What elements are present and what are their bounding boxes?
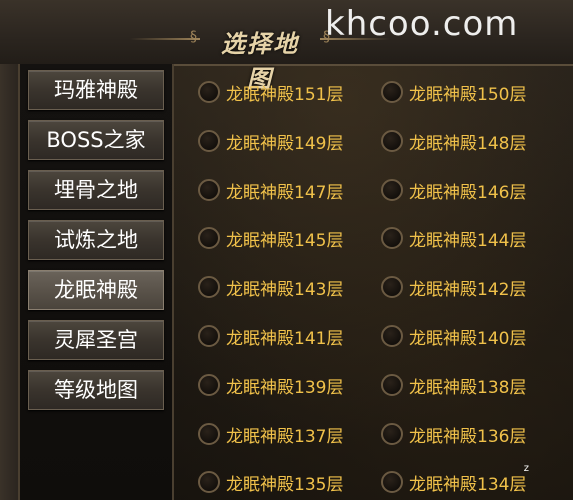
category-sidebar: 玛雅神殿 BOSS之家 埋骨之地试炼之地龙眠神殿灵犀圣宫等级地图 [18, 64, 174, 500]
watermark-text: khcoo.com [325, 4, 519, 44]
map-option[interactable]: 龙眠神殿146层 [381, 174, 556, 208]
map-option-label: 龙眠神殿151层 [226, 85, 344, 105]
map-option[interactable]: 龙眠神殿140层 [381, 320, 556, 354]
map-option[interactable]: 龙眠神殿148层 [381, 125, 556, 159]
map-option[interactable]: 龙眠神殿134层 [381, 466, 556, 500]
map-option-label: 龙眠神殿135层 [226, 475, 344, 496]
radio-button-icon[interactable] [198, 276, 220, 299]
map-option[interactable]: 龙眠神殿145层 [198, 222, 373, 256]
sidebar-item-7[interactable]: 等级地图 [28, 370, 164, 410]
map-option[interactable]: 龙眠神殿136层 [381, 418, 556, 452]
radio-button-icon[interactable] [198, 422, 220, 445]
radio-button-icon[interactable] [381, 471, 403, 494]
map-option[interactable]: 龙眠神殿135层 [198, 466, 373, 500]
map-select-panel: § 选择地图 § khcoo.com 玛雅神殿 BOSS之家 埋骨之地 试炼之地 龙眠神… [0, 0, 573, 500]
radio-button-icon[interactable] [381, 129, 403, 152]
header-bar: § 选择地图 § khcoo.com [0, 0, 573, 93]
ornament-left-icon: § [190, 29, 197, 45]
map-option-label: 龙眠神殿144层 [409, 231, 527, 252]
map-option[interactable]: 龙眠神殿143层 [198, 271, 373, 305]
map-option[interactable]: 龙眠神殿138层 [381, 369, 556, 403]
radio-button-icon[interactable] [381, 373, 403, 396]
radio-button-icon[interactable] [381, 325, 403, 347]
map-option-label: 龙眠神殿141层 [226, 329, 344, 349]
radio-button-icon[interactable] [198, 129, 220, 152]
map-option-label: 龙眠神殿143层 [226, 280, 344, 301]
corner-mark: z [523, 463, 529, 474]
radio-button-icon[interactable] [198, 81, 220, 103]
map-option[interactable]: 龙眠神殿142层 [381, 271, 556, 305]
map-option-label: 龙眠神殿137层 [226, 426, 344, 447]
sidebar-item-1[interactable]: 玛雅神殿 [28, 70, 164, 110]
map-option[interactable]: 龙眠神殿147层 [198, 174, 373, 208]
map-option[interactable]: 龙眠神殿150层 [381, 76, 556, 110]
map-option-label: 龙眠神殿149层 [226, 133, 344, 154]
map-option[interactable]: 龙眠神殿144层 [381, 222, 556, 256]
sidebar-item-3[interactable]: 埋骨之地 [28, 170, 164, 210]
map-list: 龙眠神殿151层 龙眠神殿150层龙眠神殿149层 龙眠神殿148层龙眠神殿147层… [172, 64, 573, 500]
frame-left-edge [0, 64, 18, 500]
map-option-label: 龙眠神殿150层 [409, 85, 527, 105]
radio-button-icon[interactable] [381, 227, 403, 250]
map-option[interactable]: 龙眠神殿139层 [198, 369, 373, 403]
map-option-label: 龙眠神殿134层 [409, 475, 527, 496]
sidebar-item-4[interactable]: 试炼之地 [28, 220, 164, 260]
map-option-label: 龙眠神殿139层 [226, 377, 344, 398]
radio-button-icon[interactable] [198, 178, 220, 201]
map-option-label: 龙眠神殿145层 [226, 231, 344, 252]
map-option-label: 龙眠神殿148层 [409, 133, 527, 154]
radio-button-icon[interactable] [381, 178, 403, 201]
map-option-label: 龙眠神殿146层 [409, 182, 527, 203]
map-option[interactable]: 龙眠神殿149层 [198, 125, 373, 159]
radio-button-icon[interactable] [381, 81, 403, 103]
map-option-label: 龙眠神殿147层 [226, 182, 344, 203]
map-option-label: 龙眠神殿140层 [409, 329, 527, 349]
radio-button-icon[interactable] [198, 471, 220, 494]
radio-button-icon[interactable] [198, 325, 220, 347]
map-option-label: 龙眠神殿142层 [409, 280, 527, 301]
map-option[interactable]: 龙眠神殿151层 [198, 76, 373, 110]
sidebar-item-6[interactable]: 灵犀圣宫 [28, 320, 164, 360]
map-option-label: 龙眠神殿136层 [409, 426, 527, 447]
map-option[interactable]: 龙眠神殿137层 [198, 418, 373, 452]
map-option-label: 龙眠神殿138层 [409, 377, 527, 398]
map-option[interactable]: 龙眠神殿141层 [198, 320, 373, 354]
sidebar-item-2[interactable]: BOSS之家 [28, 120, 164, 160]
sidebar-item-5[interactable]: 龙眠神殿 [28, 270, 164, 310]
radio-button-icon[interactable] [381, 422, 403, 445]
radio-button-icon[interactable] [381, 276, 403, 299]
radio-button-icon[interactable] [198, 373, 220, 396]
radio-button-icon[interactable] [198, 227, 220, 250]
